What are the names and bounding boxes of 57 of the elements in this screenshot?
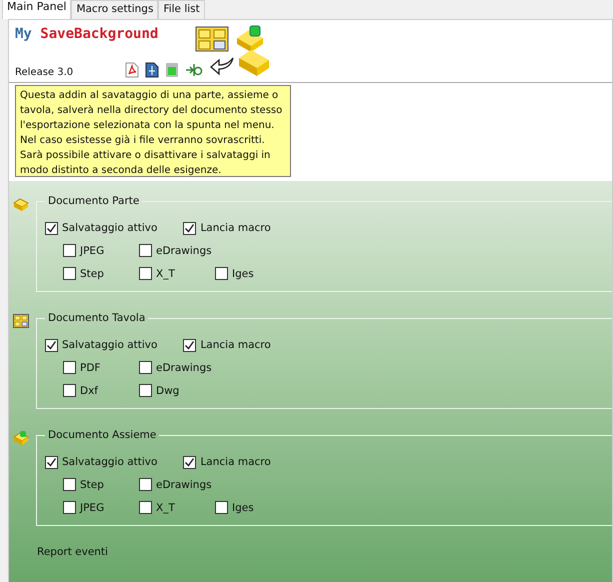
- checkbox[interactable]: PDF: [63, 361, 139, 374]
- checkbox-box[interactable]: [63, 244, 76, 257]
- drawing-sheet-icon: [13, 314, 29, 328]
- checkbox[interactable]: Iges: [215, 501, 291, 514]
- checkbox[interactable]: X_T: [139, 267, 215, 280]
- checkbox[interactable]: Salvataggio attivo: [45, 222, 158, 234]
- checkbox[interactable]: Lancia macro: [183, 456, 271, 468]
- checkbox-box[interactable]: [63, 478, 76, 491]
- checkbox-box[interactable]: [139, 267, 152, 280]
- checkbox[interactable]: JPEG: [63, 501, 139, 514]
- group-title: Documento Tavola: [47, 312, 146, 324]
- checkbox-box[interactable]: [63, 501, 76, 514]
- checkbox[interactable]: Dxf: [63, 384, 139, 397]
- checkbox-box[interactable]: [139, 244, 152, 257]
- checkbox[interactable]: Salvataggio attivo: [45, 338, 158, 352]
- checkbox-box[interactable]: [139, 501, 152, 514]
- document-icon[interactable]: [145, 62, 159, 78]
- checkbox-box[interactable]: [63, 361, 76, 374]
- drawing-sheet-icon[interactable]: [195, 26, 229, 52]
- checkbox-box[interactable]: [183, 456, 196, 468]
- checkbox[interactable]: Lancia macro: [183, 338, 271, 352]
- checkbox[interactable]: Step: [63, 478, 139, 491]
- back-arrow-icon[interactable]: [209, 56, 235, 78]
- checkbox[interactable]: eDrawings: [139, 361, 215, 374]
- tab[interactable]: Macro settings: [71, 0, 158, 19]
- checkbox-box[interactable]: [183, 222, 196, 234]
- checkbox[interactable]: eDrawings: [139, 244, 215, 257]
- app-title: My SaveBackground: [15, 26, 160, 42]
- checkbox[interactable]: Dwg: [139, 384, 215, 397]
- checkbox[interactable]: eDrawings: [139, 478, 215, 491]
- checkbox-box[interactable]: [139, 384, 152, 397]
- group-title: Documento Assieme: [47, 429, 158, 441]
- description-text: Questa addin al savataggio di una parte, assieme o tavola, salverà nella directory del documento stesso l'esportazione selezionata con la spunta nel menu. Nel caso esistesse già i file verranno sovrascritti. Sarà possibile attivare o disattivare i salvataggi in modo distinto a seconda delle esigenze.: [15, 85, 291, 177]
- checkbox[interactable]: X_T: [139, 501, 215, 514]
- checkbox[interactable]: JPEG: [63, 244, 139, 257]
- checkbox[interactable]: Salvataggio attivo: [45, 456, 158, 468]
- checkbox-box[interactable]: [139, 361, 152, 374]
- pdf-file-icon[interactable]: [125, 62, 139, 78]
- checkbox-box[interactable]: [215, 267, 228, 280]
- tab[interactable]: File list: [158, 0, 205, 19]
- checkbox-box[interactable]: [45, 456, 58, 468]
- assembly-block-icon: [13, 431, 29, 445]
- checkbox-box[interactable]: [45, 338, 58, 352]
- report-label: Report eventi: [37, 546, 109, 558]
- part-block-icon: [13, 197, 29, 211]
- checkbox-box[interactable]: [139, 478, 152, 491]
- checkbox[interactable]: Lancia macro: [183, 222, 271, 234]
- checkbox-box[interactable]: [183, 338, 196, 352]
- checkbox-box[interactable]: [215, 501, 228, 514]
- checkbox-box[interactable]: [45, 222, 58, 234]
- release-label: Release 3.0: [15, 67, 74, 78]
- checkbox[interactable]: Step: [63, 267, 139, 280]
- group-title: Documento Parte: [47, 195, 140, 207]
- checkbox-box[interactable]: [63, 384, 76, 397]
- checkbox[interactable]: Iges: [215, 267, 291, 280]
- checkbox-box[interactable]: [63, 267, 76, 280]
- tab[interactable]: Main Panel: [2, 0, 72, 19]
